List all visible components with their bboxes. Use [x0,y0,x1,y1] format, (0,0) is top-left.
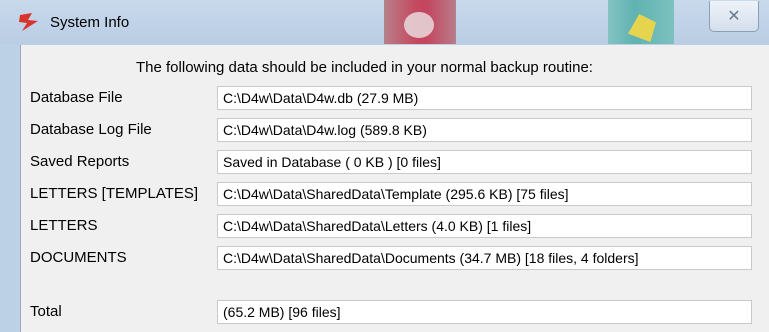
total-field[interactable]: (65.2 MB) [96 files] [217,300,752,324]
database-log-file-field[interactable]: C:\D4w\Data\D4w.log (589.8 KB) [217,118,752,142]
total-label: Total [30,303,62,320]
titlebar-background-shape [404,12,434,38]
close-button[interactable]: ✕ [709,1,759,32]
database-log-file-label: Database Log File [30,121,152,138]
window-title: System Info [50,14,130,31]
database-file-label: Database File [30,89,123,106]
letters-templates-field[interactable]: C:\D4w\Data\SharedData\Template (295.6 K… [217,182,752,206]
letters-label: LETTERS [30,217,98,234]
documents-label: DOCUMENTS [30,249,127,266]
content-panel: The following data should be included in… [20,45,769,332]
letters-templates-label: LETTERS [TEMPLATES] [30,185,199,202]
close-icon: ✕ [727,8,741,25]
backup-instructions: The following data should be included in… [136,59,593,76]
database-file-field[interactable]: C:\D4w\Data\D4w.db (27.9 MB) [217,86,752,110]
saved-reports-label: Saved Reports [30,153,130,170]
system-info-window: System Info ✕ The following data should … [0,0,769,332]
documents-field[interactable]: C:\D4w\Data\SharedData\Documents (34.7 M… [217,246,752,270]
letters-field[interactable]: C:\D4w\Data\SharedData\Letters (4.0 KB) … [217,214,752,238]
title-bar[interactable]: System Info ✕ [0,0,769,44]
app-logo-icon [19,13,38,31]
saved-reports-field[interactable]: Saved in Database ( 0 KB ) [0 files] [217,150,752,174]
